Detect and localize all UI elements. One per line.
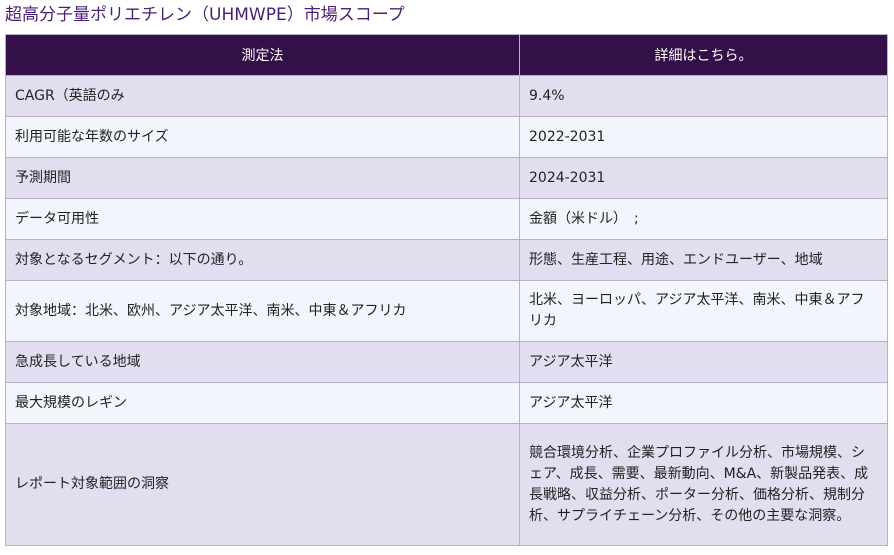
table-row: データ可用性 金額（米ドル） ; bbox=[5, 198, 888, 240]
header-measurement: 測定法 bbox=[5, 34, 520, 76]
table-row: 利用可能な年数のサイズ 2022-2031 bbox=[5, 116, 888, 158]
row-label-forecast: 予測期間 bbox=[5, 157, 520, 199]
table-row: 予測期間 2024-2031 bbox=[5, 157, 888, 199]
row-value-segments: 形態、生産工程、用途、エンドユーザー、地域 bbox=[519, 239, 888, 281]
table-row: レポート対象範囲の洞察 競合環境分析、企業プロファイル分析、市場規模、シェア、成… bbox=[5, 423, 888, 546]
row-value-years: 2022-2031 bbox=[519, 116, 888, 158]
row-label-report-coverage: レポート対象範囲の洞察 bbox=[5, 423, 520, 546]
row-value-report-coverage: 競合環境分析、企業プロファイル分析、市場規模、シェア、成長、需要、最新動向、M&… bbox=[519, 423, 888, 546]
row-label-segments: 対象となるセグメント：以下の通り。 bbox=[5, 239, 520, 281]
row-value-regions: 北米、ヨーロッパ、アジア太平洋、南米、中東＆アフリカ bbox=[519, 280, 888, 342]
market-scope-table: 測定法 詳細はこちら。 CAGR（英語のみ 9.4% 利用可能な年数のサイズ 2… bbox=[5, 34, 888, 546]
table-row: 対象となるセグメント：以下の通り。 形態、生産工程、用途、エンドユーザー、地域 bbox=[5, 239, 888, 281]
row-value-fastest-region: アジア太平洋 bbox=[519, 341, 888, 383]
row-label-regions: 対象地域：北米、欧州、アジア太平洋、南米、中東＆アフリカ bbox=[5, 280, 520, 342]
row-label-data-availability: データ可用性 bbox=[5, 198, 520, 240]
table-header-row: 測定法 詳細はこちら。 bbox=[5, 34, 888, 76]
table-row: CAGR（英語のみ 9.4% bbox=[5, 75, 888, 117]
row-value-data-availability: 金額（米ドル） ; bbox=[519, 198, 888, 240]
row-value-largest-region: アジア太平洋 bbox=[519, 382, 888, 424]
row-value-forecast: 2024-2031 bbox=[519, 157, 888, 199]
table-row: 対象地域：北米、欧州、アジア太平洋、南米、中東＆アフリカ 北米、ヨーロッパ、アジ… bbox=[5, 280, 888, 342]
row-label-largest-region: 最大規模のレギン bbox=[5, 382, 520, 424]
table-row: 最大規模のレギン アジア太平洋 bbox=[5, 382, 888, 424]
row-value-cagr: 9.4% bbox=[519, 75, 888, 117]
header-details: 詳細はこちら。 bbox=[519, 34, 888, 76]
row-label-fastest-region: 急成長している地域 bbox=[5, 341, 520, 383]
table-row: 急成長している地域 アジア太平洋 bbox=[5, 341, 888, 383]
page-title: 超高分子量ポリエチレン（UHMWPE）市場スコープ bbox=[5, 5, 405, 25]
row-label-years: 利用可能な年数のサイズ bbox=[5, 116, 520, 158]
row-label-cagr: CAGR（英語のみ bbox=[5, 75, 520, 117]
